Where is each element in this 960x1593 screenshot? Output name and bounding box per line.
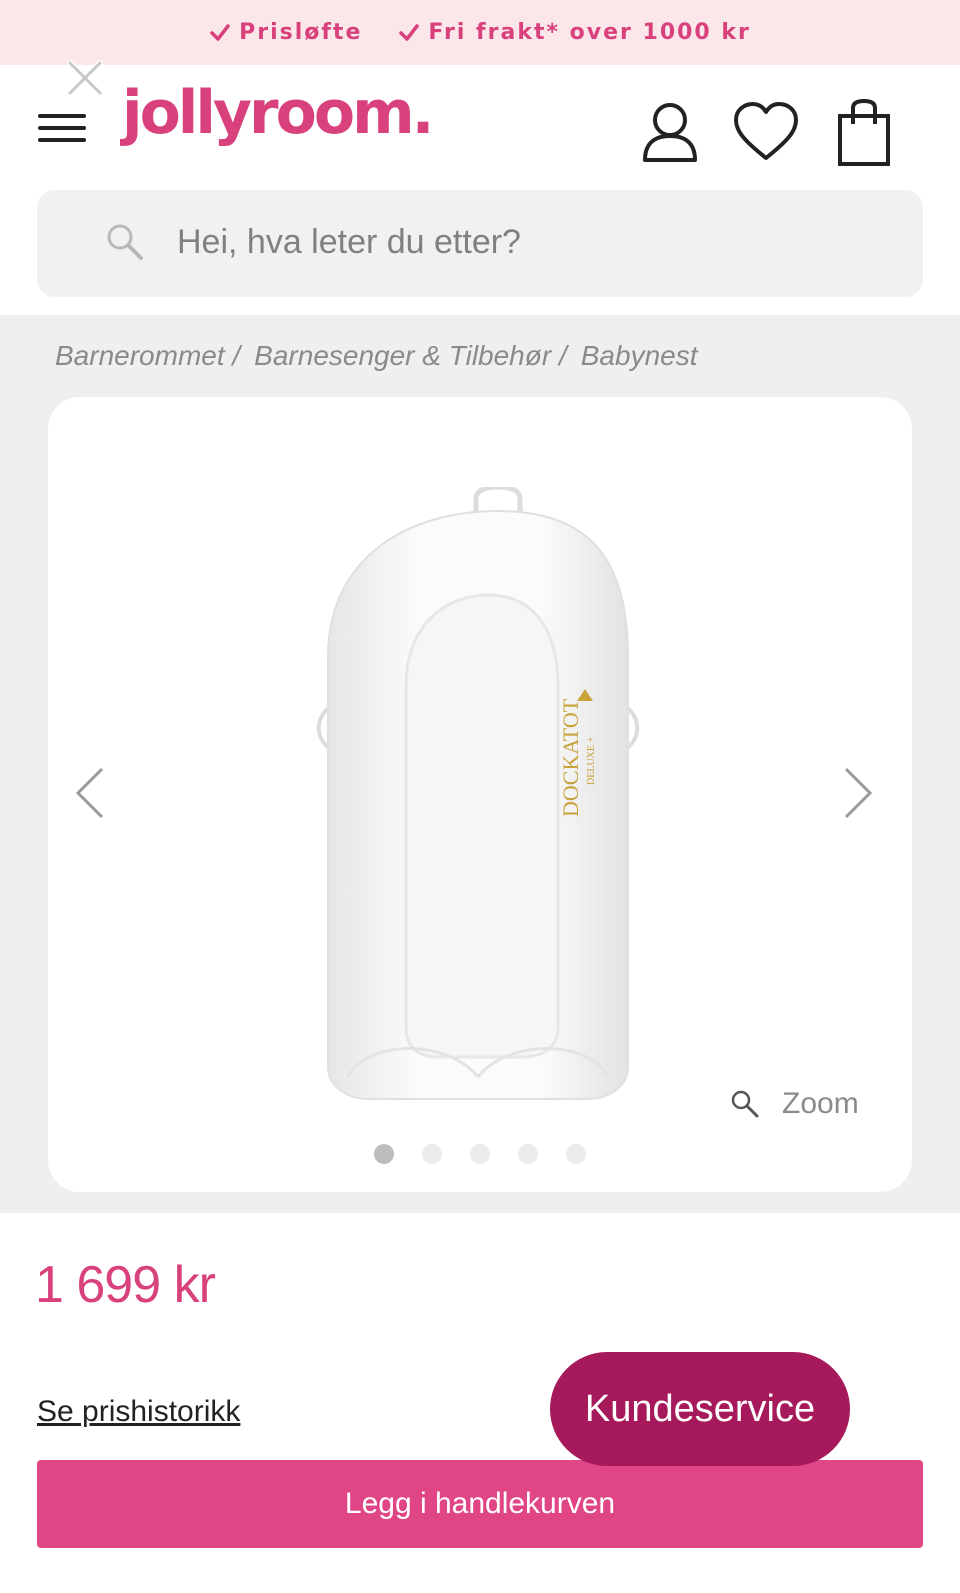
- checkmark-icon: [399, 23, 420, 41]
- heart-icon[interactable]: [732, 100, 800, 164]
- hamburger-menu-icon[interactable]: [38, 112, 86, 144]
- product-brand-text: DOCKATOT: [558, 698, 583, 817]
- promo-label: Fri frakt* over 1000 kr: [428, 20, 751, 45]
- search-input[interactable]: [177, 212, 877, 272]
- add-to-cart-button[interactable]: Legg i handlekurven: [37, 1460, 923, 1548]
- jollyroom-logo[interactable]: jollyroom.: [122, 83, 434, 143]
- promo-item-free-shipping: Fri frakt* over 1000 kr: [398, 20, 751, 45]
- shopping-bag-icon[interactable]: [836, 98, 892, 168]
- chevron-right-icon[interactable]: [840, 765, 876, 821]
- search-icon: [107, 224, 143, 260]
- site-header: jollyroom.: [0, 60, 960, 190]
- price-history-link[interactable]: Se prishistorikk: [37, 1395, 240, 1429]
- customer-service-button[interactable]: Kundeservice: [550, 1352, 850, 1466]
- breadcrumb-item-barnerommet[interactable]: Barnerommet /: [55, 340, 240, 372]
- carousel-dots: [374, 1144, 586, 1164]
- carousel-dot-1[interactable]: [374, 1144, 394, 1164]
- search-bar[interactable]: [37, 190, 923, 297]
- promo-item-price-promise: Prisløfte: [209, 20, 362, 45]
- close-icon[interactable]: [64, 57, 106, 99]
- promo-bar: Prisløfte Fri frakt* over 1000 kr: [0, 0, 960, 65]
- carousel-dot-3[interactable]: [470, 1144, 490, 1164]
- zoom-button[interactable]: Zoom: [730, 1087, 859, 1121]
- chevron-left-icon[interactable]: [72, 765, 108, 821]
- product-image-carousel[interactable]: DOCKATOT DELUXE + Zoom: [48, 397, 912, 1192]
- carousel-dot-4[interactable]: [518, 1144, 538, 1164]
- breadcrumb-item-babynest[interactable]: Babynest: [581, 340, 698, 372]
- zoom-icon: [731, 1090, 759, 1118]
- promo-label: Prisløfte: [239, 20, 363, 45]
- product-price: 1 699 kr: [35, 1256, 216, 1314]
- product-sub-text: DELUXE +: [586, 737, 597, 785]
- breadcrumb: Barnerommet / Barnesenger & Tilbehør / B…: [55, 340, 698, 372]
- breadcrumb-item-barnesenger[interactable]: Barnesenger & Tilbehør /: [254, 340, 567, 372]
- checkmark-icon: [210, 23, 230, 41]
- product-image[interactable]: DOCKATOT DELUXE +: [308, 487, 688, 1107]
- carousel-dot-5[interactable]: [566, 1144, 586, 1164]
- zoom-label: Zoom: [782, 1087, 859, 1120]
- user-icon[interactable]: [640, 100, 700, 164]
- carousel-dot-2[interactable]: [422, 1144, 442, 1164]
